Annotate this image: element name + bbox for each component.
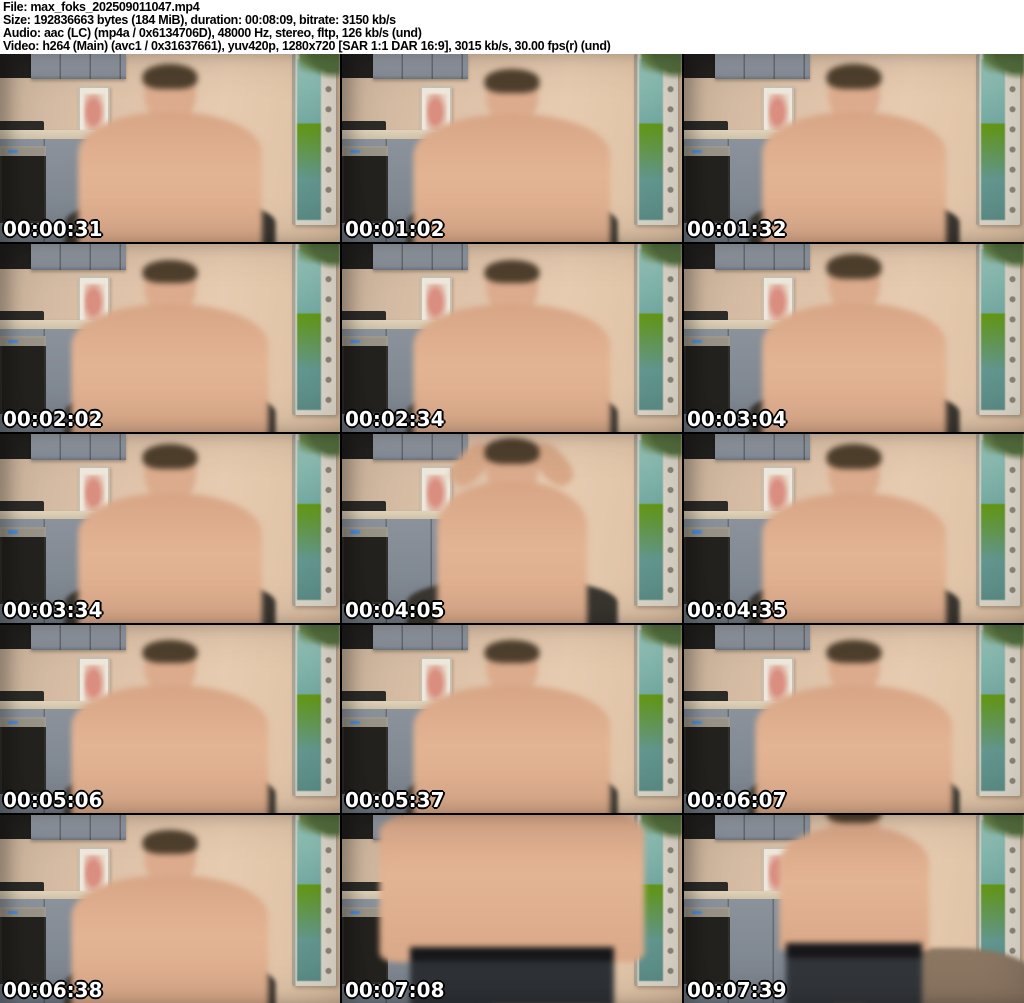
hair-shape (142, 830, 198, 854)
timestamp-label: 00:07:08 (345, 977, 445, 1002)
timestamp-label: 00:02:02 (3, 407, 103, 432)
video-contact-sheet: File: max_foks_202509011047.mp4 Size: 19… (0, 0, 1024, 1003)
hair-shape (142, 444, 198, 470)
file-info-header: File: max_foks_202509011047.mp4 Size: 19… (0, 0, 1024, 54)
person-placeholder (684, 625, 1024, 813)
video-thumbnail-frame: 00:02:34 (342, 244, 682, 433)
person-placeholder (684, 244, 1024, 433)
video-thumbnail-frame: 00:07:39 (684, 814, 1024, 1003)
timestamp-label: 00:05:37 (345, 787, 445, 812)
torso-shape (762, 112, 946, 243)
hair-shape (826, 253, 882, 279)
thumbnail-grid: 00:00:31 00:01:02 00:01:32 00:02:02 00:0… (0, 54, 1024, 1003)
kitchen-webcam-scene (684, 434, 1024, 623)
hair-shape (142, 640, 198, 664)
kitchen-webcam-scene (342, 434, 682, 623)
video-thumbnail-frame: 00:04:35 (684, 434, 1024, 623)
timestamp-label: 00:01:32 (687, 217, 787, 242)
person-placeholder (0, 625, 340, 813)
jeans-shape (786, 942, 922, 1003)
timestamp-label: 00:06:07 (687, 787, 787, 812)
kitchen-webcam-scene (342, 54, 682, 243)
kitchen-webcam-scene (0, 54, 340, 243)
hair-shape (826, 640, 882, 664)
kitchen-webcam-scene (684, 244, 1024, 433)
person-placeholder (342, 434, 682, 623)
video-thumbnail-frame: 00:02:02 (0, 244, 340, 433)
belt-shape (786, 942, 922, 959)
video-thumbnail-frame: 00:06:38 (0, 814, 340, 1003)
video-thumbnail-frame: 00:05:06 (0, 624, 340, 813)
person-placeholder (0, 434, 340, 623)
hair-shape (142, 259, 198, 283)
video-thumbnail-frame: 00:01:32 (684, 54, 1024, 243)
kitchen-webcam-scene (684, 624, 1024, 813)
torso-shape (779, 826, 929, 951)
hair-shape (142, 63, 198, 89)
hair-shape (484, 640, 540, 664)
timestamp-label: 00:03:34 (3, 597, 103, 622)
person-placeholder (342, 54, 682, 243)
video-thumbnail-frame: 00:03:34 (0, 434, 340, 623)
timestamp-label: 00:03:04 (687, 407, 787, 432)
person-placeholder (342, 814, 682, 1003)
kitchen-webcam-scene (0, 434, 340, 623)
torso-shape (762, 492, 946, 623)
timestamp-label: 00:01:02 (345, 217, 445, 242)
person-placeholder (684, 814, 1024, 1003)
video-thumbnail-frame: 00:07:08 (342, 814, 682, 1003)
timestamp-label: 00:04:35 (687, 597, 787, 622)
timestamp-label: 00:04:05 (345, 597, 445, 622)
kitchen-webcam-scene (684, 814, 1024, 1003)
hair-shape (826, 63, 882, 89)
person-placeholder (684, 54, 1024, 243)
timestamp-label: 00:05:06 (3, 787, 103, 812)
hair-shape (484, 259, 540, 283)
kitchen-webcam-scene (342, 244, 682, 433)
timestamp-label: 00:02:34 (345, 407, 445, 432)
kitchen-webcam-scene (0, 624, 340, 813)
kitchen-webcam-scene (0, 244, 340, 433)
person-placeholder (0, 815, 340, 1003)
person-placeholder (0, 54, 340, 243)
video-thumbnail-frame: 00:00:31 (0, 54, 340, 243)
video-thumbnail-frame: 00:04:05 (342, 434, 682, 623)
hair-shape (484, 69, 540, 93)
timestamp-label: 00:00:31 (3, 217, 103, 242)
hair-shape (826, 814, 882, 824)
torso-shape (437, 481, 587, 623)
person-placeholder (342, 244, 682, 433)
timestamp-label: 00:07:39 (687, 977, 787, 1002)
timestamp-label: 00:06:38 (3, 977, 103, 1002)
kitchen-webcam-scene (342, 814, 682, 1003)
torso-shape (78, 112, 262, 243)
video-thumbnail-frame: 00:05:37 (342, 624, 682, 813)
kitchen-webcam-scene (342, 624, 682, 813)
torso-shape (78, 492, 262, 623)
kitchen-webcam-scene (684, 54, 1024, 243)
person-placeholder (342, 625, 682, 813)
torso-shape (379, 814, 645, 962)
belt-shape (410, 946, 614, 961)
video-thumbnail-frame: 00:03:04 (684, 244, 1024, 433)
person-placeholder (684, 434, 1024, 623)
hair-shape (484, 438, 540, 464)
video-info-line: Video: h264 (Main) (avc1 / 0x31637661), … (3, 39, 611, 53)
video-thumbnail-frame: 00:06:07 (684, 624, 1024, 813)
kitchen-webcam-scene (0, 814, 340, 1003)
video-thumbnail-frame: 00:01:02 (342, 54, 682, 243)
person-placeholder (0, 244, 340, 433)
torso-shape (762, 302, 946, 433)
hair-shape (826, 444, 882, 470)
